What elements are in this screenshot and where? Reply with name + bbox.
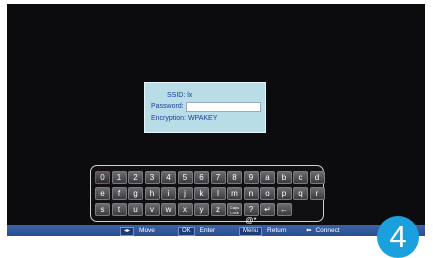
- key-1-6[interactable]: k: [194, 187, 209, 200]
- key-1-2[interactable]: g: [128, 187, 143, 200]
- enter-label: Enter: [199, 227, 216, 234]
- key-1-0[interactable]: e: [95, 187, 110, 200]
- key-1-10[interactable]: o: [260, 187, 275, 200]
- key-0-13[interactable]: d: [309, 171, 325, 184]
- step-number-badge: 4: [377, 216, 419, 258]
- ok-key-badge: OK: [178, 227, 195, 236]
- key-0-12[interactable]: c: [293, 171, 308, 184]
- arrow-keys-icon: ◂▸: [120, 227, 135, 236]
- key-0-11[interactable]: b: [276, 171, 292, 184]
- move-label: Move: [139, 227, 155, 234]
- password-field[interactable]: [186, 102, 261, 112]
- password-label: Password:: [151, 103, 184, 110]
- key-2-10[interactable]: ↵: [260, 203, 275, 216]
- return-hint: Menu Return: [239, 226, 287, 236]
- key-1-12[interactable]: q: [293, 187, 308, 200]
- key-0-0[interactable]: 0: [95, 171, 110, 184]
- key-2-1[interactable]: t: [111, 203, 127, 216]
- key-2-5[interactable]: x: [177, 203, 193, 216]
- key-1-7[interactable]: l: [210, 187, 226, 200]
- move-hint: ◂▸ Move: [120, 226, 155, 236]
- key-2-2[interactable]: u: [128, 203, 143, 216]
- key-1-5[interactable]: j: [177, 187, 193, 200]
- key-0-4[interactable]: 4: [161, 171, 176, 184]
- key-2-6[interactable]: y: [194, 203, 209, 216]
- key-0-2[interactable]: 2: [128, 171, 143, 184]
- key-0-5[interactable]: 5: [177, 171, 193, 184]
- return-label: Return: [267, 227, 287, 234]
- on-screen-keyboard: 0 1 2 3 4 5 6 7 8 9 a b c d e f g h i j k l m n o p q r s t u v w x y z Caps…: [90, 165, 325, 225]
- key-1-8[interactable]: m: [227, 187, 242, 200]
- key-0-9[interactable]: 9: [243, 171, 259, 184]
- key-2-0[interactable]: s: [95, 203, 110, 216]
- key-0-6[interactable]: 6: [194, 171, 209, 184]
- key-0-10[interactable]: a: [260, 171, 275, 184]
- key-2-3[interactable]: v: [144, 203, 160, 216]
- key-0-7[interactable]: 7: [210, 171, 226, 184]
- key-0-1[interactable]: 1: [111, 171, 127, 184]
- key-2-7[interactable]: z: [210, 203, 226, 216]
- enter-hint: OK Enter: [178, 226, 215, 236]
- key-1-13[interactable]: r: [309, 187, 325, 200]
- tv-screen: SSID: lx Password: Encryption: WPAKEY 01…: [7, 4, 425, 236]
- key-0-8[interactable]: 8: [227, 171, 242, 184]
- bottom-help-bar: ◂▸ Move OK Enter Menu Return ⬅ Connect: [7, 225, 425, 236]
- menu-key-badge: Menu: [239, 227, 263, 236]
- key-1-3[interactable]: h: [144, 187, 160, 200]
- ssid-line: SSID: lx: [167, 92, 193, 99]
- key-1-11[interactable]: p: [276, 187, 292, 200]
- key-2-4[interactable]: w: [161, 203, 176, 216]
- key-2-8[interactable]: Caps Lock: [227, 203, 242, 216]
- key-2-9[interactable]: ?@*: [243, 203, 259, 225]
- key-1-4[interactable]: i: [161, 187, 176, 200]
- encryption-line: Encryption: WPAKEY: [151, 115, 218, 122]
- key-0-3[interactable]: 3: [144, 171, 160, 184]
- connect-label: Connect: [315, 227, 340, 234]
- key-1-9[interactable]: n: [243, 187, 259, 200]
- key-1-1[interactable]: f: [111, 187, 127, 200]
- wifi-dialog: SSID: lx Password: Encryption: WPAKEY: [144, 82, 266, 133]
- return-arrow-icon: ⬅: [306, 227, 312, 234]
- key-2-11[interactable]: ←: [276, 203, 292, 216]
- connect-hint: ⬅ Connect: [306, 226, 340, 235]
